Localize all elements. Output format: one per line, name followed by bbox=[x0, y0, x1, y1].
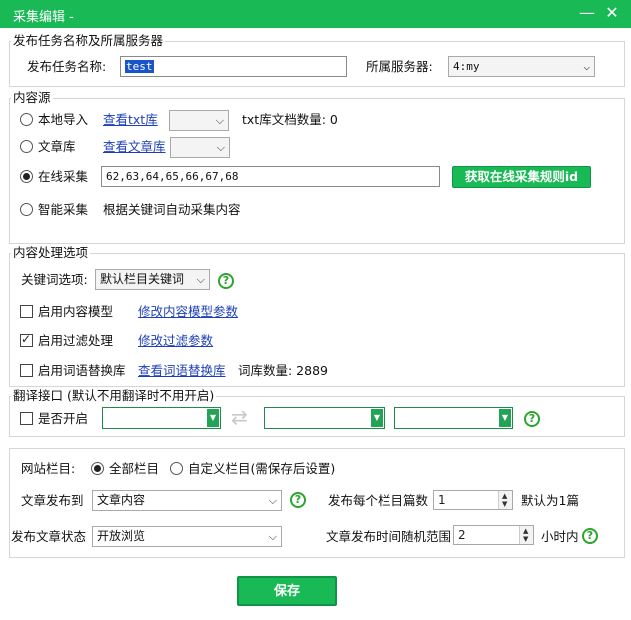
spinner-arrows[interactable]: ▲ ▼ bbox=[519, 526, 533, 544]
chevron-down-icon: ⌵ bbox=[215, 114, 224, 127]
article-select[interactable]: ⌵ bbox=[170, 137, 230, 158]
chevron-down-icon: ▼ bbox=[499, 409, 511, 427]
local-import-label[interactable]: 本地导入 bbox=[38, 112, 88, 128]
keyword-option-value: 默认栏目关键词 bbox=[100, 272, 185, 286]
random-time-value: 2 bbox=[458, 528, 466, 542]
smart-collect-label[interactable]: 智能采集 bbox=[38, 202, 88, 218]
minimize-icon[interactable]: — bbox=[576, 3, 598, 23]
save-button[interactable]: 保存 bbox=[237, 576, 337, 606]
random-time-unit: 小时内 bbox=[541, 529, 579, 544]
window-title: 采集编辑 - bbox=[13, 10, 74, 25]
smart-collect-radio[interactable] bbox=[20, 203, 33, 216]
task-name-label: 发布任务名称: bbox=[27, 59, 107, 74]
per-column-spinner[interactable]: 1 ▲ ▼ bbox=[433, 490, 513, 510]
word-replace-label[interactable]: 启用词语替换库 bbox=[38, 363, 126, 379]
processing-group-title: 内容处理选项 bbox=[11, 245, 91, 260]
all-columns-radio[interactable] bbox=[91, 462, 104, 475]
smart-collect-desc: 根据关键词自动采集内容 bbox=[103, 202, 241, 217]
word-count-label: 词库数量: 2889 bbox=[238, 363, 328, 378]
filter-link[interactable]: 修改过滤参数 bbox=[138, 333, 213, 349]
random-time-label: 文章发布时间随机范围 bbox=[326, 529, 452, 544]
content-model-label[interactable]: 启用内容模型 bbox=[38, 304, 113, 320]
arrow-up-icon[interactable]: ▲ bbox=[502, 492, 507, 500]
server-select-value: 4:my bbox=[453, 60, 480, 73]
keyword-option-select[interactable]: 默认栏目关键词 ⌵ bbox=[95, 269, 210, 290]
status-select[interactable]: 开放浏览 ⌵ bbox=[92, 526, 282, 547]
status-value: 开放浏览 bbox=[97, 529, 146, 543]
content-model-link[interactable]: 修改内容模型参数 bbox=[138, 304, 238, 320]
swap-icon[interactable]: ⇄ bbox=[231, 406, 248, 428]
txt-count-label: txt库文档数量: 0 bbox=[242, 112, 338, 127]
source-group-title: 内容源 bbox=[11, 90, 53, 105]
word-replace-link[interactable]: 查看词语替换库 bbox=[138, 363, 226, 379]
online-collect-label[interactable]: 在线采集 bbox=[38, 169, 88, 185]
chevron-down-icon: ▼ bbox=[371, 409, 383, 427]
publish-group-title: 发布任务名称及所属服务器 bbox=[11, 33, 166, 48]
title-bar: 采集编辑 - — ✕ bbox=[0, 0, 631, 28]
fetch-rule-id-button[interactable]: 获取在线采集规则id bbox=[452, 166, 591, 188]
custom-columns-label[interactable]: 自定义栏目(需保存后设置) bbox=[188, 461, 335, 477]
help-icon[interactable]: ? bbox=[290, 492, 306, 508]
publish-to-select[interactable]: 文章内容 ⌵ bbox=[92, 490, 282, 511]
per-column-label: 发布每个栏目篇数 bbox=[328, 493, 429, 508]
chevron-down-icon: ▼ bbox=[207, 409, 219, 427]
random-time-spinner[interactable]: 2 ▲ ▼ bbox=[453, 525, 534, 545]
arrow-down-icon[interactable]: ▼ bbox=[523, 535, 528, 543]
status-label: 发布文章状态 bbox=[11, 529, 87, 544]
translate-enable-checkbox[interactable] bbox=[20, 412, 33, 425]
help-icon[interactable]: ? bbox=[218, 273, 234, 289]
translate-engine-select[interactable]: ▼ bbox=[394, 407, 513, 429]
article-lib-label[interactable]: 文章库 bbox=[38, 139, 76, 155]
custom-columns-radio[interactable] bbox=[170, 462, 183, 475]
site-column-label: 网站栏目: bbox=[21, 461, 76, 476]
local-import-radio[interactable] bbox=[20, 113, 33, 126]
chevron-down-icon: ⌵ bbox=[268, 494, 277, 507]
translate-group-title: 翻译接口 (默认不用翻译时不用开启) bbox=[11, 388, 217, 403]
txt-select[interactable]: ⌵ bbox=[169, 110, 229, 131]
publish-to-value: 文章内容 bbox=[97, 493, 146, 507]
arrow-up-icon[interactable]: ▲ bbox=[523, 527, 528, 535]
online-rule-ids-value: 62,63,64,65,66,67,68 bbox=[106, 170, 239, 183]
translate-target-select[interactable]: ▼ bbox=[264, 407, 385, 429]
publish-to-label: 文章发布到 bbox=[21, 493, 84, 508]
article-lib-radio[interactable] bbox=[20, 140, 33, 153]
all-columns-label[interactable]: 全部栏目 bbox=[109, 461, 159, 477]
online-rule-ids-input[interactable]: 62,63,64,65,66,67,68 bbox=[101, 166, 440, 187]
chevron-down-icon: ⌵ bbox=[196, 273, 205, 286]
task-name-value: test bbox=[125, 60, 154, 73]
word-replace-checkbox[interactable] bbox=[20, 364, 33, 377]
translate-enable-label[interactable]: 是否开启 bbox=[38, 411, 88, 427]
online-collect-radio[interactable] bbox=[20, 170, 33, 183]
chevron-down-icon: ⌵ bbox=[268, 530, 277, 543]
chevron-down-icon: ⌵ bbox=[216, 141, 225, 154]
per-column-value: 1 bbox=[438, 493, 446, 507]
translate-source-select[interactable]: ▼ bbox=[102, 407, 221, 429]
content-model-checkbox[interactable] bbox=[20, 305, 33, 318]
spinner-arrows[interactable]: ▲ ▼ bbox=[498, 491, 512, 509]
view-article-link[interactable]: 查看文章库 bbox=[103, 139, 166, 155]
filter-checkbox[interactable] bbox=[20, 332, 33, 347]
view-txt-link[interactable]: 查看txt库 bbox=[103, 112, 158, 128]
server-label: 所属服务器: bbox=[366, 59, 433, 74]
filter-label[interactable]: 启用过滤处理 bbox=[38, 333, 113, 349]
help-icon[interactable]: ? bbox=[524, 411, 540, 427]
per-column-hint: 默认为1篇 bbox=[521, 493, 579, 508]
server-select[interactable]: 4:my ⌵ bbox=[448, 56, 595, 77]
help-icon[interactable]: ? bbox=[582, 528, 598, 544]
task-name-input[interactable]: test bbox=[120, 56, 347, 77]
arrow-down-icon[interactable]: ▼ bbox=[502, 500, 507, 508]
keyword-option-label: 关键词选项: bbox=[21, 272, 88, 287]
chevron-down-icon: ⌵ bbox=[583, 60, 590, 73]
close-icon[interactable]: ✕ bbox=[601, 3, 623, 23]
